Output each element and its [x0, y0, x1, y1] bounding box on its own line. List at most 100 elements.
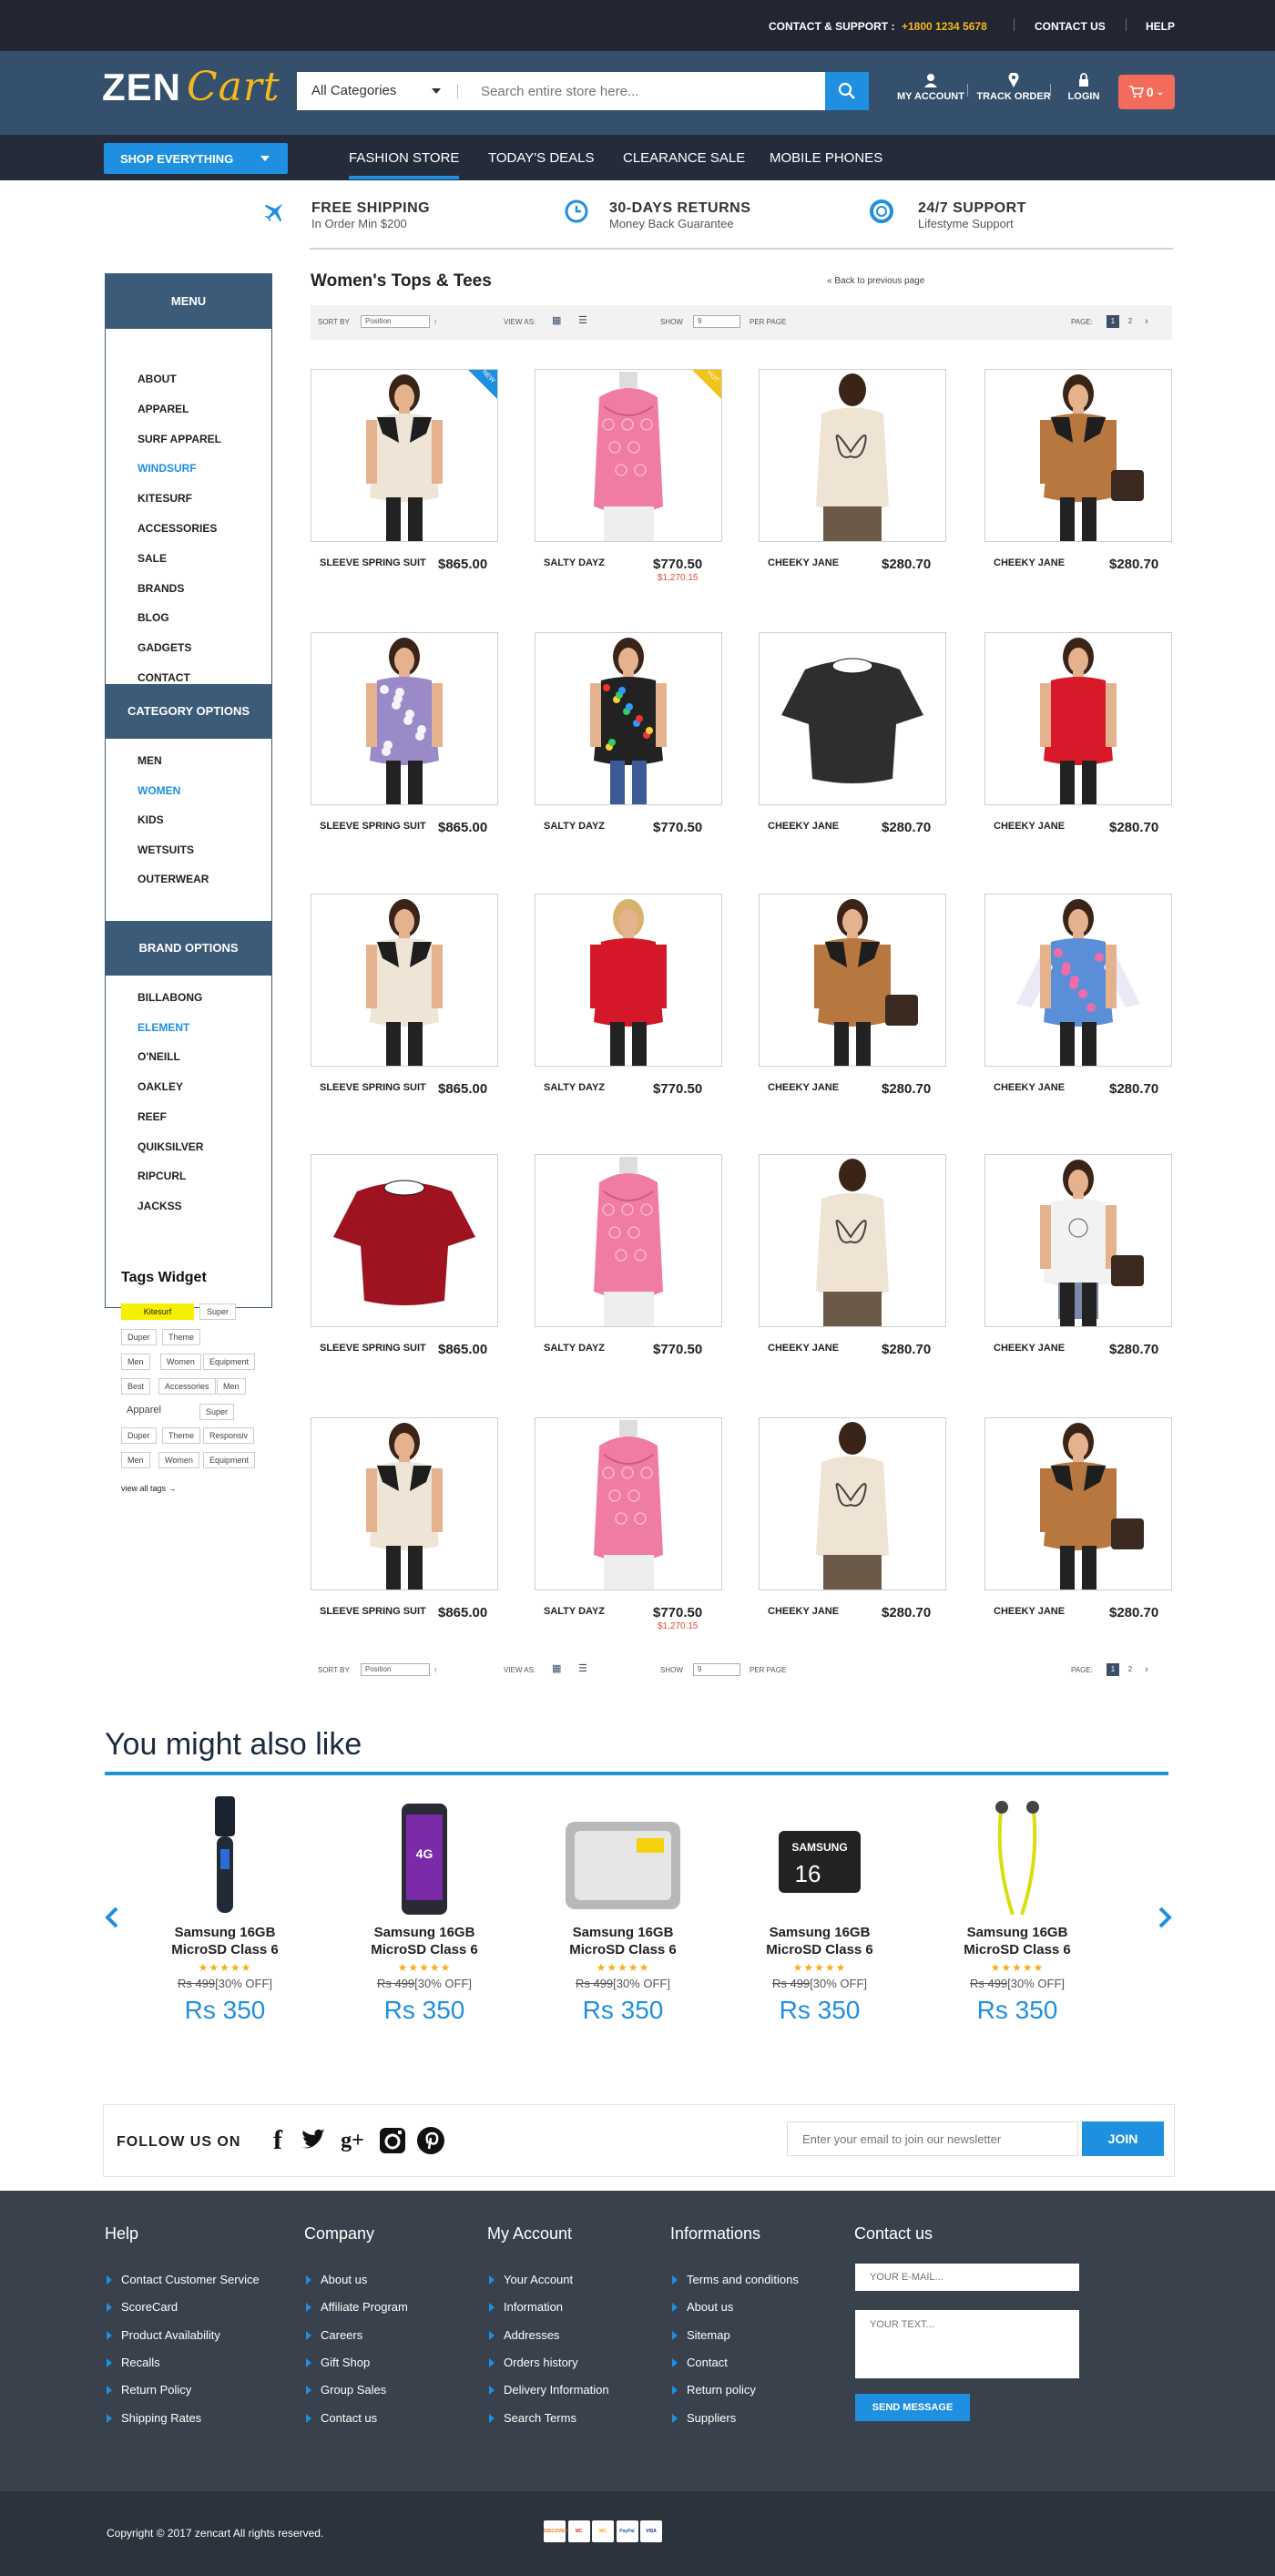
- view-all-tags-link[interactable]: view all tags →: [121, 1484, 177, 1493]
- tag-chip[interactable]: Super: [199, 1303, 236, 1320]
- page-2-button[interactable]: 2: [1124, 1663, 1137, 1676]
- footer-link[interactable]: ScoreCard: [107, 2300, 178, 2314]
- footer-link[interactable]: Delivery Information: [489, 2383, 609, 2397]
- sidebar-menu-item[interactable]: KITESURF: [138, 492, 192, 505]
- tag-chip[interactable]: Theme: [162, 1427, 201, 1444]
- google-plus-icon[interactable]: g+: [337, 2125, 368, 2156]
- related-product-name[interactable]: Samsung 16GB MicroSD Class 6: [940, 1924, 1095, 1958]
- footer-link[interactable]: Orders history: [489, 2356, 578, 2369]
- next-page-button[interactable]: ›: [1140, 315, 1153, 328]
- product-card[interactable]: NEW: [311, 369, 498, 542]
- related-product-card[interactable]: Samsung 16GB MicroSD Class 6 ★★★★★ Rs 499[…: [940, 1794, 1095, 2025]
- product-image[interactable]: [760, 1418, 945, 1590]
- product-card[interactable]: [759, 1417, 946, 1590]
- carousel-next-button[interactable]: [1157, 1906, 1173, 1935]
- tag-chip[interactable]: Apparel: [121, 1402, 167, 1418]
- sort-direction-icon[interactable]: ↑: [434, 318, 437, 326]
- sidebar-category-item[interactable]: OUTERWEAR: [138, 873, 209, 885]
- footer-link[interactable]: Product Availability: [107, 2328, 220, 2342]
- footer-link[interactable]: Search Terms: [489, 2411, 576, 2425]
- support-phone[interactable]: +1800 1234 5678: [902, 20, 987, 33]
- footer-link[interactable]: Group Sales: [306, 2383, 386, 2397]
- product-card[interactable]: [759, 632, 946, 805]
- my-account-button[interactable]: MY ACCOUNT: [890, 73, 972, 102]
- tag-chip[interactable]: Accessories: [158, 1378, 216, 1395]
- related-product-card[interactable]: Samsung 16GB MicroSD Class 6 ★★★★★ Rs 499[…: [546, 1794, 700, 2025]
- product-image[interactable]: [311, 1155, 497, 1326]
- list-view-icon[interactable]: ☰: [578, 314, 587, 326]
- product-image[interactable]: [985, 894, 1171, 1066]
- footer-link[interactable]: Recalls: [107, 2356, 160, 2369]
- product-image[interactable]: [760, 370, 945, 541]
- product-name[interactable]: SLEEVE SPRING SUIT: [320, 1343, 426, 1354]
- related-product-image[interactable]: 4G: [347, 1794, 502, 1918]
- sort-direction-icon[interactable]: ↑: [434, 1666, 437, 1674]
- related-product-card[interactable]: 4G Samsung 16GB MicroSD Class 6 ★★★★★ Rs 49…: [347, 1794, 502, 2025]
- tag-chip[interactable]: Men: [121, 1452, 150, 1468]
- sidebar-brand-item[interactable]: OAKLEY: [138, 1080, 183, 1093]
- product-name[interactable]: SLEEVE SPRING SUIT: [320, 821, 426, 832]
- product-name[interactable]: CHEEKY JANE: [994, 1082, 1065, 1093]
- tag-chip[interactable]: Equipment: [203, 1354, 256, 1370]
- product-card[interactable]: [535, 632, 722, 805]
- related-product-image[interactable]: [546, 1794, 700, 1918]
- related-product-image[interactable]: [148, 1794, 302, 1918]
- contact-us-link[interactable]: CONTACT US: [1035, 20, 1106, 33]
- join-button[interactable]: JOIN: [1082, 2121, 1164, 2156]
- page-1-button[interactable]: 1: [1107, 315, 1119, 328]
- product-card[interactable]: [759, 369, 946, 542]
- show-select[interactable]: 9: [693, 1663, 740, 1676]
- product-card[interactable]: [984, 632, 1172, 805]
- footer-email-input[interactable]: [855, 2264, 1079, 2291]
- related-product-image[interactable]: SAMSUNG 16: [742, 1794, 897, 1918]
- tag-chip[interactable]: Kitesurf: [121, 1303, 194, 1320]
- footer-link[interactable]: Return Policy: [107, 2383, 191, 2397]
- sort-select[interactable]: Position: [361, 1663, 430, 1676]
- related-product-name[interactable]: Samsung 16GB MicroSD Class 6: [347, 1924, 502, 1958]
- related-product-name[interactable]: Samsung 16GB MicroSD Class 6: [546, 1924, 700, 1958]
- product-name[interactable]: SALTY DAYZ: [544, 1082, 605, 1093]
- sidebar-brand-item[interactable]: REEF: [138, 1110, 167, 1123]
- product-card[interactable]: [535, 1417, 722, 1590]
- tag-chip[interactable]: Equipment: [203, 1452, 256, 1468]
- product-card[interactable]: [535, 894, 722, 1067]
- product-name[interactable]: SLEEVE SPRING SUIT: [320, 1606, 426, 1617]
- product-name[interactable]: CHEEKY JANE: [768, 557, 839, 568]
- product-image[interactable]: [311, 1418, 497, 1590]
- product-name[interactable]: SLEEVE SPRING SUIT: [320, 557, 426, 568]
- related-product-card[interactable]: Samsung 16GB MicroSD Class 6 ★★★★★ Rs 499[…: [148, 1794, 302, 2025]
- product-card[interactable]: HOT: [535, 369, 722, 542]
- related-product-card[interactable]: SAMSUNG 16 Samsung 16GB MicroSD Class 6 ★★★…: [742, 1794, 897, 2025]
- cart-button[interactable]: 0 ⌄: [1118, 75, 1175, 109]
- sidebar-menu-item[interactable]: SALE: [138, 552, 167, 565]
- product-card[interactable]: [535, 1154, 722, 1327]
- footer-link[interactable]: Sitemap: [672, 2328, 730, 2342]
- sidebar-brand-item[interactable]: O'NEILL: [138, 1050, 180, 1063]
- product-card[interactable]: [759, 894, 946, 1067]
- sidebar-brand-item[interactable]: RIPCURL: [138, 1170, 186, 1182]
- back-link[interactable]: « Back to previous page: [827, 276, 924, 286]
- next-page-button[interactable]: ›: [1140, 1663, 1153, 1676]
- footer-link[interactable]: Gift Shop: [306, 2356, 370, 2369]
- sidebar-brand-item[interactable]: QUIKSILVER: [138, 1140, 203, 1153]
- footer-link[interactable]: Return policy: [672, 2383, 756, 2397]
- sidebar-menu-item[interactable]: WINDSURF: [138, 462, 197, 475]
- tag-chip[interactable]: Duper: [121, 1329, 157, 1345]
- product-card[interactable]: [311, 1417, 498, 1590]
- product-image[interactable]: [760, 1155, 945, 1326]
- send-message-button[interactable]: SEND MESSAGE: [855, 2394, 970, 2421]
- sidebar-menu-item[interactable]: SURF APPAREL: [138, 433, 221, 445]
- instagram-icon[interactable]: [377, 2125, 408, 2156]
- facebook-icon[interactable]: f: [262, 2125, 293, 2156]
- sidebar-menu-item[interactable]: GADGETS: [138, 641, 191, 654]
- product-image[interactable]: [985, 370, 1171, 541]
- sidebar-brand-item[interactable]: BILLABONG: [138, 991, 202, 1004]
- newsletter-input[interactable]: [787, 2121, 1078, 2156]
- search-input[interactable]: [475, 72, 821, 110]
- sidebar-brand-item[interactable]: JACKSS: [138, 1200, 182, 1212]
- tag-chip[interactable]: Women: [160, 1354, 201, 1370]
- sidebar-menu-item[interactable]: ACCESSORIES: [138, 522, 217, 535]
- product-name[interactable]: CHEEKY JANE: [768, 1082, 839, 1093]
- footer-link[interactable]: Information: [489, 2300, 563, 2314]
- nav-fashion-store[interactable]: FASHION STORE: [349, 150, 460, 179]
